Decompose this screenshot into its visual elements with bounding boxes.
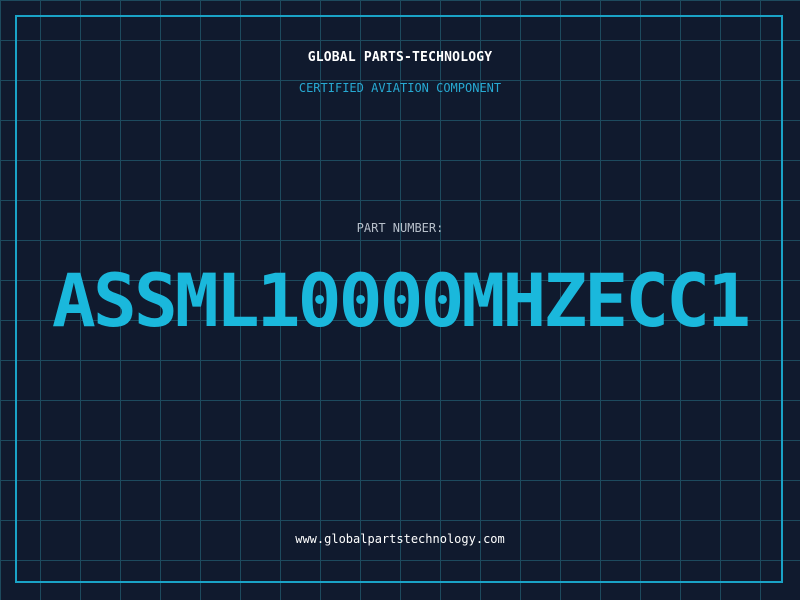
brand-name: GLOBAL PARTS-TECHNOLOGY	[307, 50, 493, 65]
tagline: CERTIFIED AVIATION COMPONENT	[298, 81, 502, 95]
website-url: www.globalpartstechnology.com	[295, 532, 505, 546]
part-number-value: ASSML10000MHZECC1	[51, 259, 751, 344]
part-label-card: GLOBAL PARTS-TECHNOLOGY CERTIFIED AVIATI…	[0, 0, 800, 600]
part-number-label: PART NUMBER:	[356, 221, 444, 235]
